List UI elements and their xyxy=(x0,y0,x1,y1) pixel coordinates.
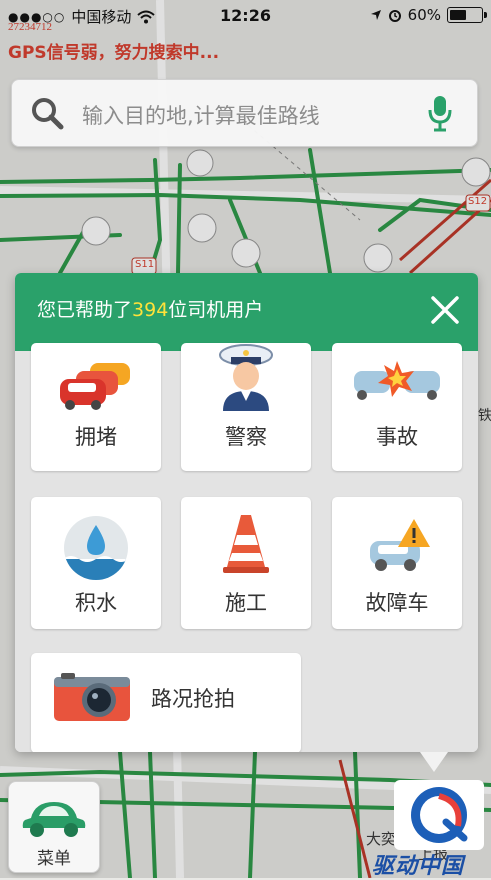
broken-car-icon xyxy=(370,519,430,571)
report-construction-label: 施工 xyxy=(225,591,267,615)
report-flooding-label: 积水 xyxy=(75,591,117,615)
camera-icon xyxy=(54,673,130,721)
location-arrow-icon xyxy=(370,10,381,20)
search-icon xyxy=(32,98,64,130)
microphone-icon[interactable] xyxy=(427,94,453,132)
alarm-icon xyxy=(388,10,401,22)
traffic-cone-icon xyxy=(223,515,269,573)
report-category-grid: 拥堵 警察 事故 积水 施工 故障车 路况抢拍 xyxy=(15,343,478,752)
search-input[interactable]: 输入目的地,计算最佳路线 xyxy=(82,100,320,130)
map-label-tie: 铁 xyxy=(478,408,491,424)
report-photo-button[interactable]: 路况抢拍 xyxy=(31,653,301,752)
report-panel-header: 您已帮助了394位司机用户 xyxy=(15,273,478,351)
help-prefix: 您已帮助了 xyxy=(37,299,133,321)
close-icon[interactable] xyxy=(430,295,460,325)
car-accident-icon xyxy=(354,361,440,400)
report-police-button[interactable]: 警察 xyxy=(181,343,311,471)
map-label-s12: S12 xyxy=(468,196,488,207)
report-logo-button[interactable] xyxy=(394,780,484,850)
report-flooding-button[interactable]: 积水 xyxy=(31,497,161,629)
water-drop-icon xyxy=(64,516,128,580)
menu-button[interactable]: 菜单 xyxy=(8,781,100,873)
gps-warning: GPS信号弱，努力搜索中... xyxy=(8,43,220,63)
report-photo-label: 路况抢拍 xyxy=(151,687,235,711)
search-bar[interactable]: 输入目的地,计算最佳路线 xyxy=(11,79,478,147)
report-breakdown-label: 故障车 xyxy=(365,591,429,615)
debug-number: 27234712 xyxy=(8,21,52,33)
report-accident-button[interactable]: 事故 xyxy=(332,343,462,471)
traffic-jam-icon xyxy=(60,363,130,410)
report-breakdown-button[interactable]: 故障车 xyxy=(332,497,462,629)
status-bar: ●●●○○ 中国移动 12:26 60% xyxy=(0,0,491,32)
help-suffix: 位司机用户 xyxy=(168,299,264,321)
help-count-message: 您已帮助了394位司机用户 xyxy=(37,295,263,322)
map-label-s11: S11 xyxy=(135,259,155,270)
report-jam-button[interactable]: 拥堵 xyxy=(31,343,161,471)
help-count: 394 xyxy=(132,299,169,321)
report-jam-label: 拥堵 xyxy=(75,425,117,449)
report-accident-label: 事故 xyxy=(376,425,418,449)
battery-percent: 60% xyxy=(407,6,441,24)
report-police-label: 警察 xyxy=(225,425,267,449)
menu-label: 菜单 xyxy=(37,849,71,869)
site-watermark: 驱动中国 xyxy=(372,854,465,879)
panel-pointer xyxy=(420,752,448,772)
police-officer-icon xyxy=(219,344,273,411)
report-panel: 您已帮助了394位司机用户 拥堵 警察 事故 积水 施工 故障车 路况抢拍 xyxy=(15,273,478,752)
report-logo-icon xyxy=(411,787,468,843)
car-icon xyxy=(22,802,86,837)
report-construction-button[interactable]: 施工 xyxy=(181,497,311,629)
battery-icon xyxy=(447,7,487,23)
map-label-dayi: 大奕 xyxy=(366,830,397,848)
